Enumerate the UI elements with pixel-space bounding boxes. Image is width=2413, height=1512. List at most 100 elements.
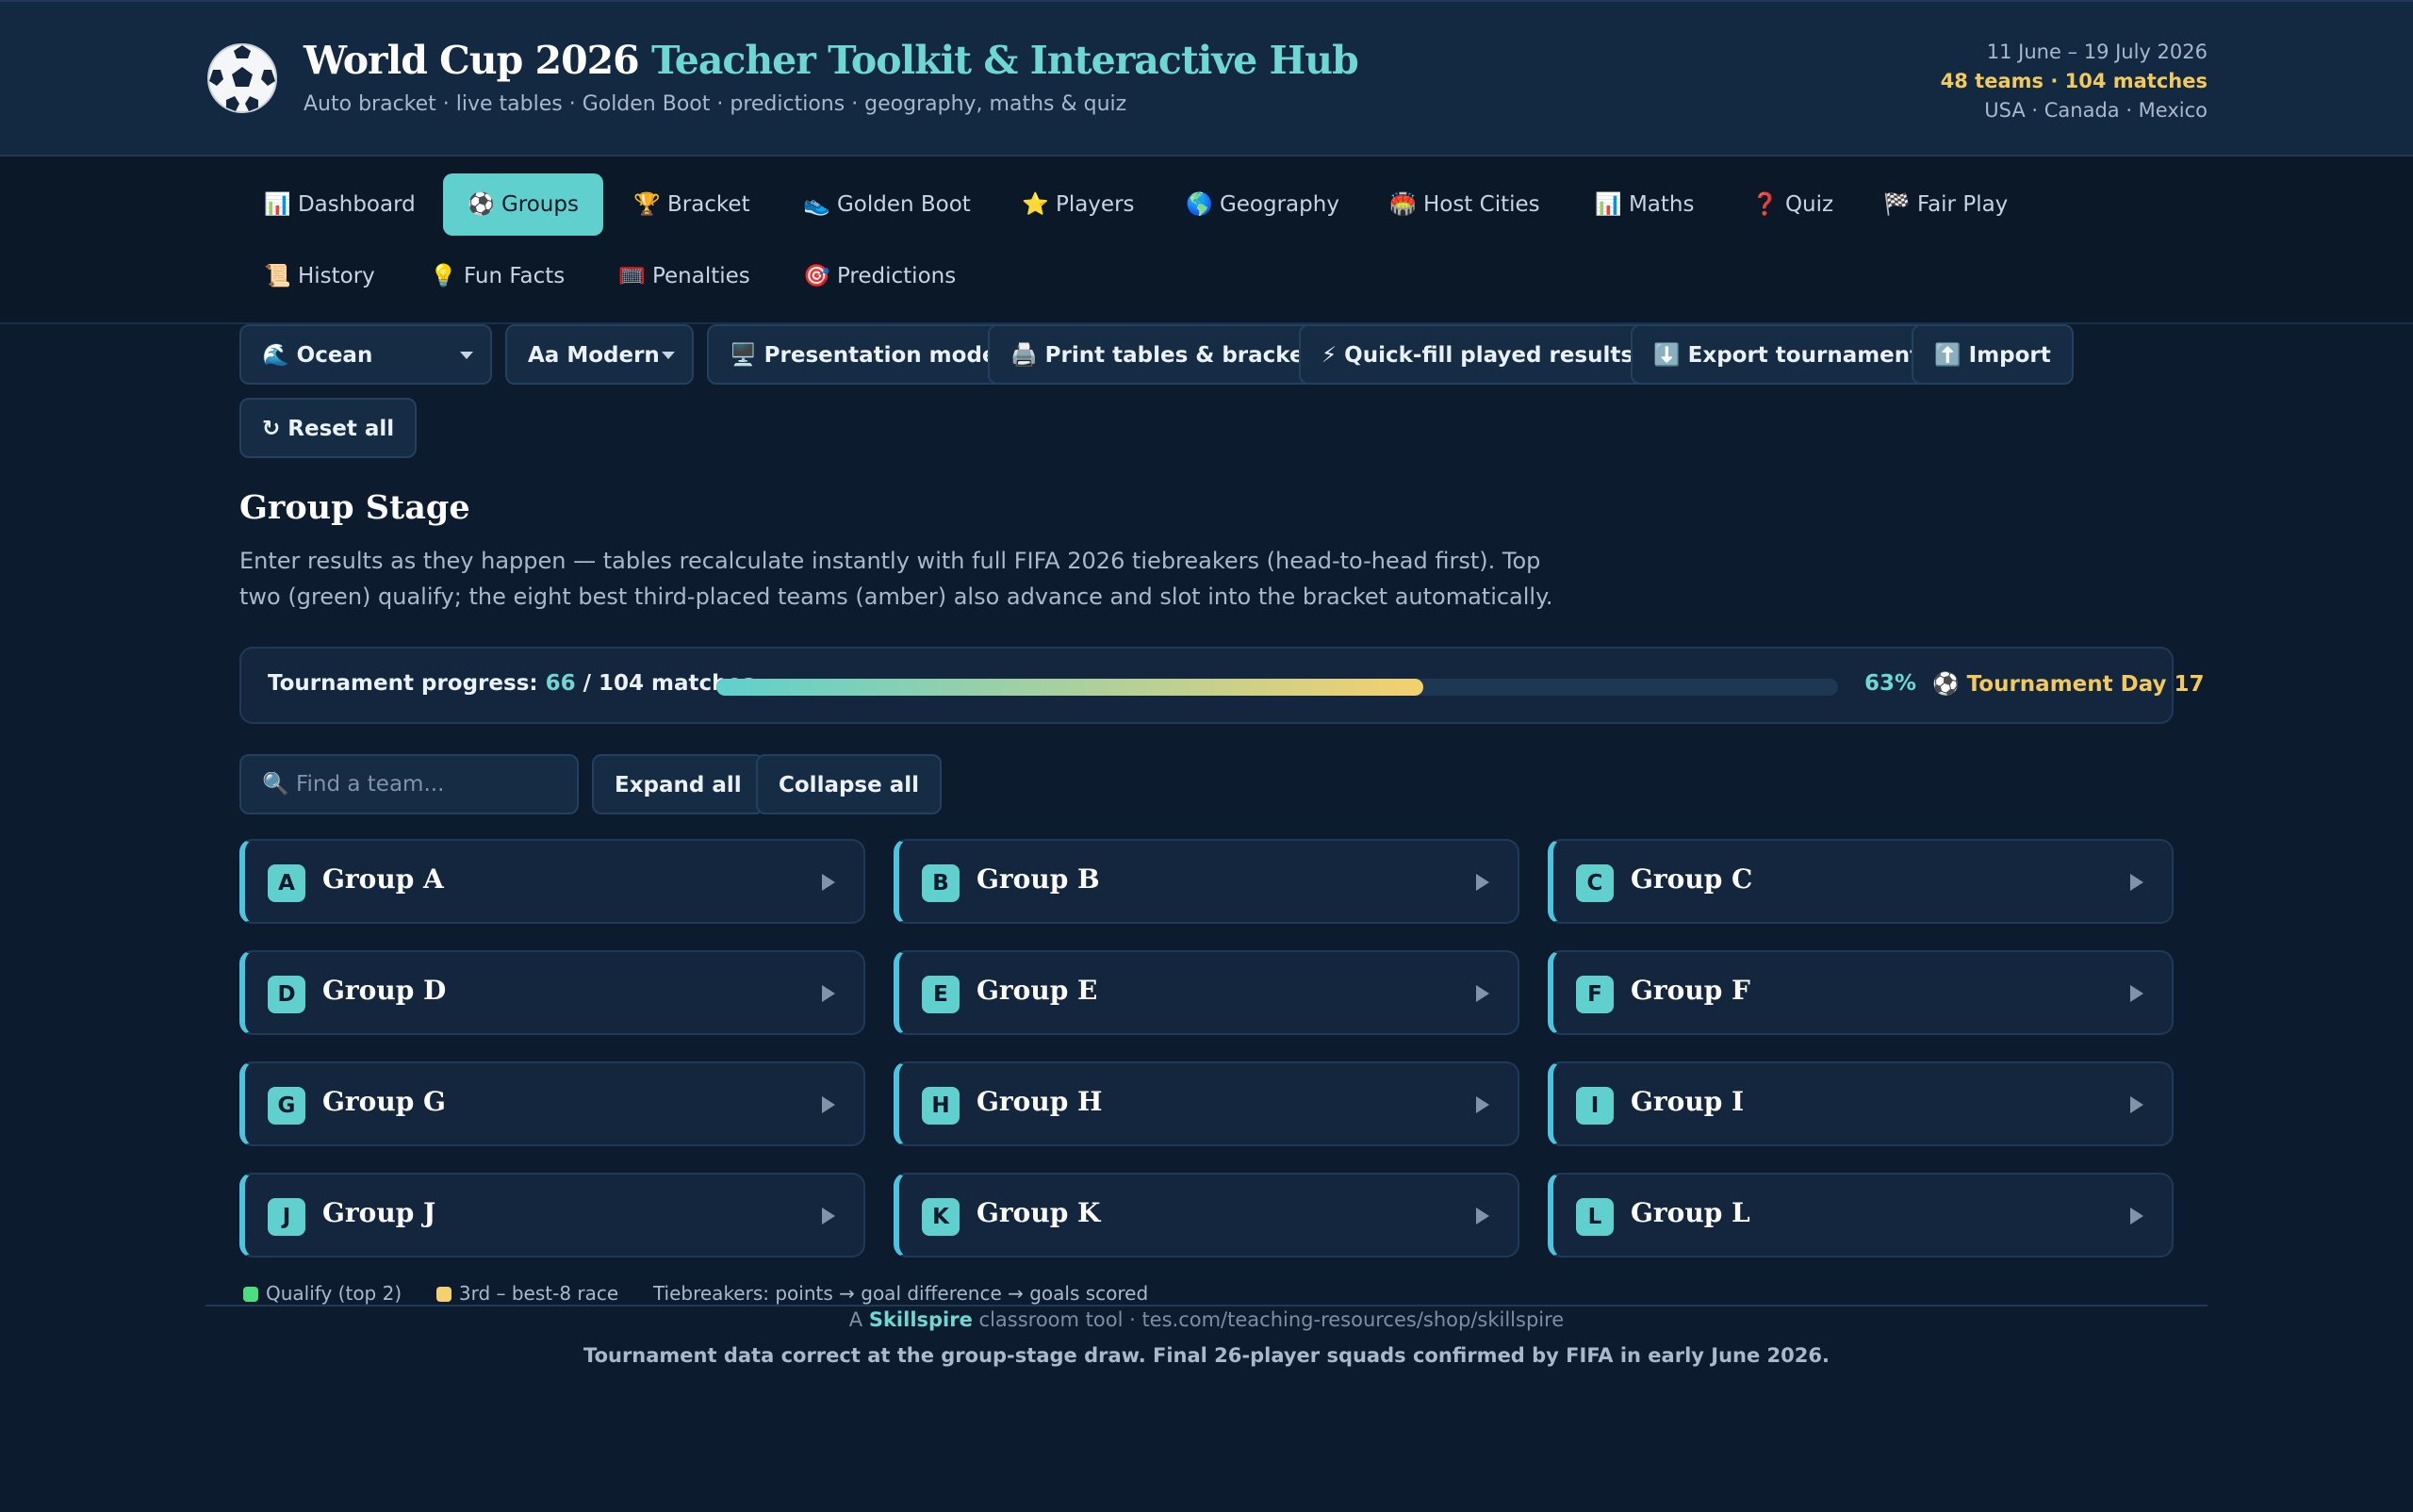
team-search[interactable] [239, 754, 579, 814]
chevron-right-icon [822, 1096, 835, 1113]
tab-golden-boot[interactable]: 👟 Golden Boot [779, 173, 995, 236]
print-button[interactable]: 🖨️ Print tables & bracket [988, 324, 1338, 385]
reset-all-button[interactable]: ↻ Reset all [239, 398, 418, 458]
chevron-right-icon [2130, 1208, 2143, 1224]
tab-label: Dashboard [297, 192, 416, 217]
tab-label: Host Cities [1422, 192, 1540, 217]
group-name: Group D [322, 975, 447, 1006]
footer-suffix: classroom tool · tes.com/teaching-resour… [972, 1308, 1565, 1331]
tab-dashboard[interactable]: 📊 Dashboard [239, 173, 440, 236]
soccer-ball-icon [207, 43, 277, 113]
legend-qualify: Qualify (top 2) [266, 1282, 402, 1305]
stadium-icon: 🏟️ [1389, 192, 1417, 217]
tab-label: Fun Facts [463, 264, 566, 288]
tab-fun-facts[interactable]: 💡 Fun Facts [405, 245, 589, 307]
legend-tiebreakers: Tiebreakers: points → goal difference → … [652, 1282, 1149, 1305]
group-card-e[interactable]: E Group E [894, 950, 1519, 1035]
export-button[interactable]: ⬇️ Export tournament [1631, 324, 1944, 385]
tab-players[interactable]: ⭐ Players [997, 173, 1159, 236]
tab-bracket[interactable]: 🏆 Bracket [609, 173, 775, 236]
qualify-swatch [243, 1287, 258, 1302]
presentation-mode-button[interactable]: 🖥️ Presentation mode [707, 324, 1020, 385]
group-badge: J [268, 1198, 305, 1236]
quick-fill-button[interactable]: ⚡ Quick-fill played results [1299, 324, 1657, 385]
tournament-dates: 11 June – 19 July 2026 [1986, 41, 2208, 63]
progress-label-text: Tournament progress: [268, 671, 546, 696]
group-card-c[interactable]: C Group C [1548, 839, 2174, 924]
tab-label: Fair Play [1916, 192, 2009, 217]
app-header: World Cup 2026 Teacher Toolkit & Interac… [0, 0, 2413, 156]
group-card-g[interactable]: G Group G [239, 1061, 865, 1146]
font-select-value: Aa Modern [528, 343, 660, 368]
group-badge: L [1576, 1198, 1614, 1236]
group-name: Group I [1631, 1086, 1745, 1117]
group-name: Group K [977, 1197, 1101, 1228]
page-description: Enter results as they happen — tables re… [239, 548, 1553, 610]
group-card-k[interactable]: K Group K [894, 1173, 1519, 1257]
group-card-a[interactable]: A Group A [239, 839, 865, 924]
tab-fair-play[interactable]: 🏁 Fair Play [1859, 173, 2032, 236]
group-card-h[interactable]: H Group H [894, 1061, 1519, 1146]
progress-bar [716, 679, 1838, 696]
tab-history[interactable]: 📜 History [239, 245, 400, 307]
font-select[interactable]: Aa Modern [505, 324, 694, 385]
tab-label: Groups [501, 192, 579, 217]
group-badge: G [268, 1087, 305, 1125]
import-button[interactable]: ⬆️ Import [1912, 324, 2074, 385]
tab-maths[interactable]: 📊 Maths [1570, 173, 1718, 236]
tab-penalties[interactable]: 🥅 Penalties [594, 245, 775, 307]
tournament-hosts: USA · Canada · Mexico [1984, 99, 2208, 122]
tab-quiz[interactable]: ❓ Quiz [1727, 173, 1858, 236]
chevron-right-icon [822, 1208, 835, 1224]
goal-net-icon: 🥅 [618, 264, 646, 288]
group-card-j[interactable]: J Group J [239, 1173, 865, 1257]
title-accent: Teacher Toolkit & Interactive Hub [650, 38, 1359, 83]
group-card-i[interactable]: I Group I [1548, 1061, 2174, 1146]
chevron-right-icon [1476, 1208, 1489, 1224]
target-icon: 🎯 [803, 264, 830, 288]
brand-link[interactable]: Skillspire [869, 1308, 973, 1331]
progress-percent: 63% [1864, 671, 1917, 696]
collapse-all-button[interactable]: Collapse all [756, 754, 943, 814]
group-card-d[interactable]: D Group D [239, 950, 865, 1035]
expand-all-button[interactable]: Expand all [592, 754, 764, 814]
checkered-flag-icon: 🏁 [1883, 192, 1911, 217]
chevron-right-icon [2130, 874, 2143, 891]
title-main: World Cup 2026 [304, 38, 651, 83]
tab-groups[interactable]: ⚽ Groups [443, 173, 603, 236]
tab-label: Geography [1219, 192, 1339, 217]
tab-label: Predictions [836, 264, 957, 288]
group-card-b[interactable]: B Group B [894, 839, 1519, 924]
chevron-right-icon [822, 985, 835, 1002]
group-card-l[interactable]: L Group L [1548, 1173, 2174, 1257]
app-title: World Cup 2026 Teacher Toolkit & Interac… [304, 38, 1359, 83]
lightbulb-icon: 💡 [430, 264, 457, 288]
table-legend: Qualify (top 2) 3rd – best-8 race Tiebre… [243, 1282, 1148, 1305]
tab-predictions[interactable]: 🎯 Predictions [779, 245, 980, 307]
chevron-right-icon [2130, 1096, 2143, 1113]
chart-icon: 📊 [264, 192, 291, 217]
chevron-right-icon [1476, 1096, 1489, 1113]
tournament-stats: 48 teams · 104 matches [1940, 70, 2208, 92]
group-name: Group H [977, 1086, 1103, 1117]
app-subtitle: Auto bracket · live tables · Golden Boot… [304, 92, 1127, 116]
question-icon: ❓ [1751, 192, 1779, 217]
chevron-right-icon [2130, 985, 2143, 1002]
footer-divider [205, 1305, 2208, 1307]
chevron-right-icon [822, 874, 835, 891]
page-title: Group Stage [239, 488, 470, 527]
boot-icon: 👟 [803, 192, 830, 217]
tab-host-cities[interactable]: 🏟️ Host Cities [1365, 173, 1565, 236]
search-input[interactable] [262, 772, 526, 797]
tab-label: Penalties [651, 264, 750, 288]
group-card-f[interactable]: F Group F [1548, 950, 2174, 1035]
tab-label: Players [1055, 192, 1135, 217]
theme-select[interactable]: 🌊 Ocean [239, 324, 492, 385]
progress-label: Tournament progress: 66 / 104 matches [268, 671, 755, 696]
group-badge: E [922, 976, 960, 1013]
tab-label: Quiz [1784, 192, 1834, 217]
tournament-day: ⚽ Tournament Day 17 [1932, 672, 2205, 697]
main-nav: 📊 Dashboard ⚽ Groups 🏆 Bracket 👟 Golden … [0, 156, 2413, 324]
soccer-ball-icon: ⚽ [468, 192, 495, 217]
tab-geography[interactable]: 🌎 Geography [1161, 173, 1364, 236]
